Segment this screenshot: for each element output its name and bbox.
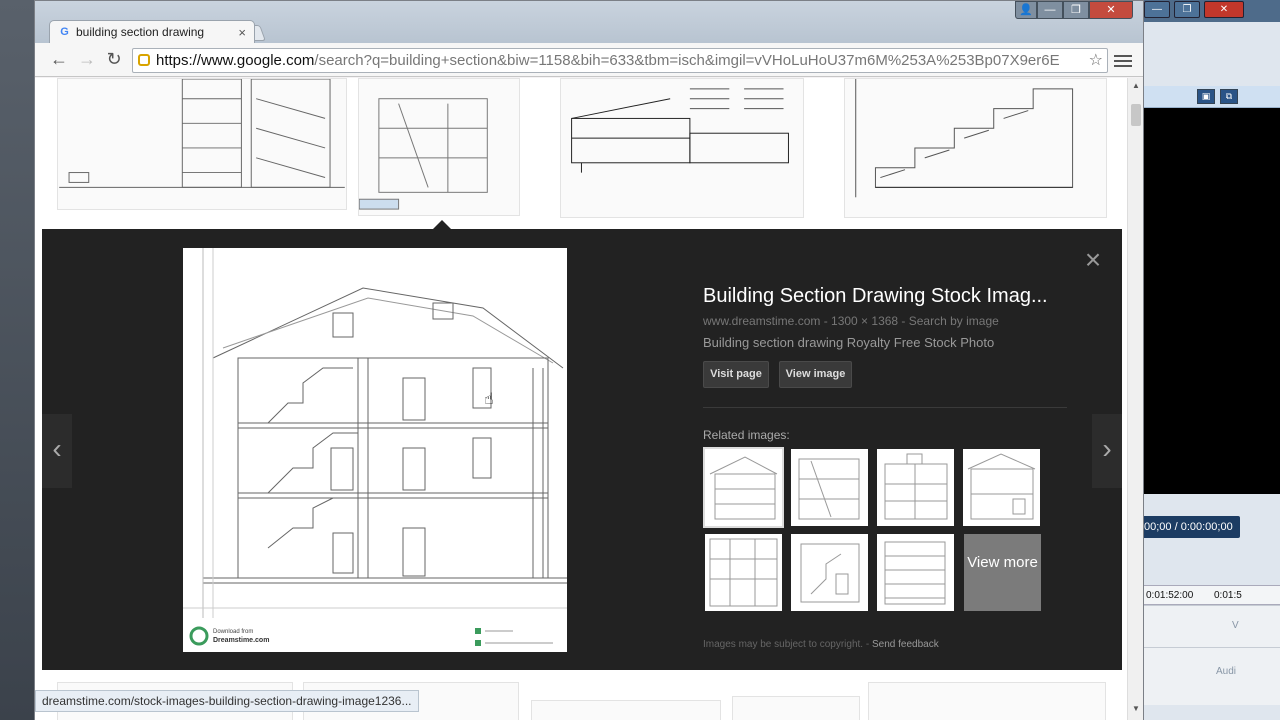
prev-image-button[interactable]: ‹ [42, 414, 72, 488]
preview-title[interactable]: Building Section Drawing Stock Imag... [703, 285, 1083, 308]
video-preview [1144, 108, 1280, 494]
chrome-menu-icon[interactable] [1114, 52, 1132, 68]
visit-page-button[interactable]: Visit page [703, 361, 769, 388]
image-result[interactable] [868, 682, 1106, 720]
divider [703, 407, 1067, 408]
preview-toolbar: ▣ ⧉ [1140, 86, 1280, 108]
track-label: Audi [1216, 666, 1237, 677]
copyright-notice: Images may be subject to copyright. - Se… [703, 639, 939, 650]
timeline-ruler[interactable]: 0:01:52:00 0:01:5 [1140, 585, 1280, 605]
related-images-label: Related images: [703, 428, 790, 442]
forward-arrow-icon[interactable]: → [77, 50, 97, 70]
bookmark-star-icon[interactable]: ☆ [1089, 49, 1103, 72]
tab-title: building section drawing [76, 25, 205, 39]
reload-icon[interactable]: ↻ [104, 50, 124, 70]
watermark-download: Download from [213, 629, 253, 635]
close-button[interactable]: ✕ [1204, 1, 1244, 18]
related-image[interactable] [705, 534, 782, 611]
send-feedback-link[interactable]: Send feedback [872, 639, 939, 650]
browser-tab[interactable]: G building section drawing × [49, 20, 255, 44]
tab-strip: G building section drawing × 👤 — ❐ ✕ [35, 1, 1143, 44]
minimize-button[interactable]: — [1037, 1, 1063, 19]
url-path: /search?q=building+section&biw=1158&bih=… [314, 52, 1060, 69]
related-image[interactable] [703, 447, 784, 528]
image-result[interactable] [844, 78, 1107, 218]
track-label: V [1232, 620, 1239, 631]
video-track[interactable]: V [1140, 605, 1280, 647]
related-image[interactable] [791, 534, 868, 611]
tab-close-icon[interactable]: × [238, 21, 246, 44]
related-image[interactable] [963, 449, 1040, 526]
back-arrow-icon[interactable]: ← [49, 50, 69, 70]
ruler-label: 0:01:5 [1214, 590, 1242, 601]
maximize-button[interactable]: ❐ [1063, 1, 1089, 19]
watermark-site: Dreamstime.com [213, 637, 269, 644]
related-image[interactable] [877, 534, 954, 611]
selection-pointer [433, 220, 451, 229]
search-results-page: ‹ › × Download from Dreamstime.com Build… [35, 78, 1127, 720]
image-result[interactable] [531, 700, 721, 720]
background-app-titlebar: — ❐ ✕ [1140, 0, 1280, 22]
status-bar-url: dreamstime.com/stock-images-building-sec… [35, 690, 419, 712]
image-result[interactable] [57, 78, 347, 210]
related-image[interactable] [791, 449, 868, 526]
copyright-text: Images may be subject to copyright. [703, 639, 864, 650]
view-more-button[interactable]: View more [964, 534, 1041, 611]
timecode-display: 00;00 / 0:00:00;00 [1140, 516, 1240, 538]
address-bar[interactable]: https://www.google.com/search?q=building… [132, 48, 1108, 73]
fullscreen-icon[interactable]: ⧉ [1220, 89, 1238, 104]
browser-toolbar: ← → ↻ https://www.google.com/search?q=bu… [35, 43, 1143, 77]
minimize-button[interactable]: — [1144, 1, 1170, 18]
view-image-button[interactable]: View image [779, 361, 852, 388]
audio-track[interactable]: Audi [1140, 647, 1280, 705]
page-scrollbar[interactable]: ▲ ▼ [1127, 78, 1143, 720]
google-favicon-icon: G [60, 26, 69, 38]
background-app-window: — ❐ ✕ ▣ ⧉ 00;00 / 0:00:00;00 0:01:52:00 … [1140, 0, 1280, 720]
separator: - [863, 639, 872, 650]
scrollbar-thumb[interactable] [1131, 104, 1141, 126]
url-host: https://www.google.com [156, 52, 315, 69]
mouse-cursor-icon: ☝ [484, 391, 494, 408]
image-result[interactable] [358, 78, 520, 216]
image-result[interactable] [732, 696, 860, 720]
close-window-button[interactable]: ✕ [1089, 1, 1133, 19]
close-preview-icon[interactable]: × [1081, 246, 1105, 274]
restore-button[interactable]: ❐ [1174, 1, 1200, 18]
preview-meta[interactable]: www.dreamstime.com - 1300 × 1368 - Searc… [703, 314, 1083, 328]
image-preview-panel: ‹ › × Download from Dreamstime.com Build… [42, 229, 1122, 670]
ruler-label: 0:01:52:00 [1146, 590, 1194, 601]
page-info-icon[interactable] [138, 54, 150, 66]
fit-view-icon[interactable]: ▣ [1197, 89, 1215, 104]
user-icon[interactable]: 👤 [1015, 1, 1037, 19]
image-result[interactable] [560, 78, 804, 218]
next-image-button[interactable]: › [1092, 414, 1122, 488]
preview-info: Building Section Drawing Stock Imag... w… [703, 285, 1083, 350]
scroll-down-arrow-icon[interactable]: ▼ [1132, 704, 1140, 713]
browser-window: G building section drawing × 👤 — ❐ ✕ ← →… [34, 0, 1144, 720]
related-image[interactable] [877, 449, 954, 526]
preview-image[interactable]: Download from Dreamstime.com [183, 248, 567, 652]
scroll-up-arrow-icon[interactable]: ▲ [1132, 81, 1140, 90]
image-results-row [35, 78, 1127, 218]
preview-description: Building section drawing Royalty Free St… [703, 335, 995, 350]
